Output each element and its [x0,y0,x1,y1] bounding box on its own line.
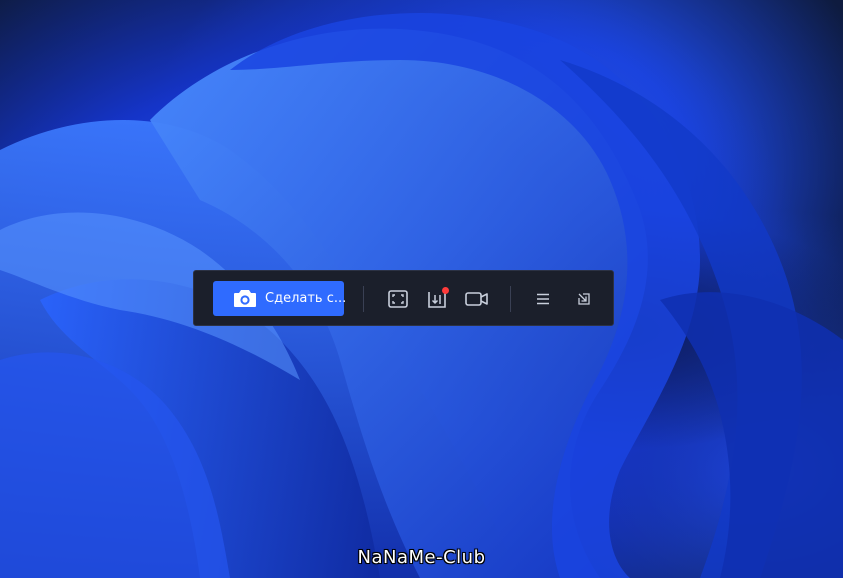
capture-button[interactable]: Сделать с... [213,281,347,316]
new-badge [442,287,449,294]
capture-button-label: Сделать с... [265,291,347,306]
toolbar-divider [510,286,511,312]
toolbar-divider [363,286,364,312]
collapse-button[interactable] [571,286,597,312]
fullscreen-frame-icon [388,290,408,308]
menu-button[interactable] [530,286,556,312]
camera-icon [233,289,257,309]
video-camera-icon [465,291,489,307]
watermark-text: NaNaMe-Club [357,547,486,568]
collapse-icon [577,292,591,306]
screenshot-toolbar: Сделать с... [193,270,614,326]
menu-icon [536,293,550,305]
scrolling-capture-button[interactable] [424,286,450,312]
region-capture-button[interactable] [385,286,411,312]
record-video-button[interactable] [464,286,490,312]
